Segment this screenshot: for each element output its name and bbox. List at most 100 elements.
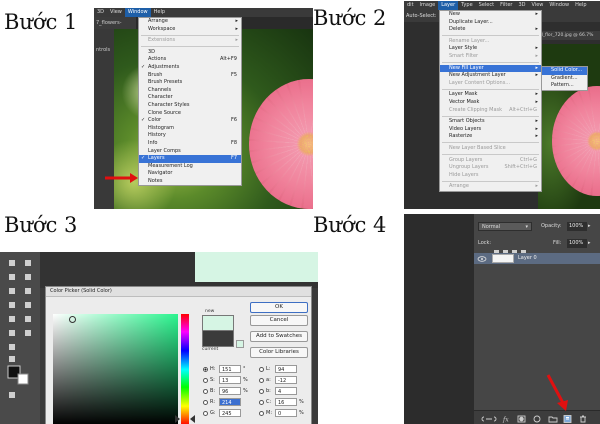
- menu-item-rasterize[interactable]: Rasterize ▸: [440, 133, 541, 141]
- fx-icon[interactable]: fx: [502, 417, 509, 424]
- menu-item-smart-objects[interactable]: Smart Objects ▸: [440, 118, 541, 126]
- field-input[interactable]: 4: [275, 387, 297, 395]
- menu-item-arrange[interactable]: Arrange ▸: [139, 18, 241, 26]
- menu-layer[interactable]: Layer: [438, 1, 459, 10]
- menu-item-layer-mask[interactable]: Layer Mask ▸: [440, 91, 541, 99]
- trash-icon[interactable]: [580, 415, 586, 423]
- menu-item-info[interactable]: Info F8: [139, 140, 241, 148]
- mask-icon[interactable]: [517, 415, 526, 423]
- menu-item-ungroup-layers[interactable]: Ungroup Layers Shift+Ctrl+G: [440, 164, 541, 172]
- menu-window[interactable]: Window: [124, 8, 151, 17]
- menu-item-create-clipping-mask[interactable]: Create Clipping Mask Alt+Ctrl+G: [440, 107, 541, 115]
- menu-item-clone-source[interactable]: Clone Source: [139, 110, 241, 118]
- menu-item-channels[interactable]: Channels: [139, 87, 241, 95]
- ok-button[interactable]: OK: [250, 302, 308, 313]
- folder-icon[interactable]: [548, 416, 558, 423]
- menu-item-new-fill-layer[interactable]: New Fill Layer ▸: [440, 64, 541, 73]
- menu-item-new-adjustment-layer[interactable]: New Adjustment Layer ▸: [440, 72, 541, 80]
- radio-button[interactable]: [203, 411, 208, 416]
- menu-view[interactable]: View: [529, 1, 547, 10]
- menu-item-group-layers[interactable]: Group Layers Ctrl+G: [440, 157, 541, 165]
- menu-item-layers[interactable]: ✓ Layers F7: [139, 155, 241, 163]
- menu-item-vector-mask[interactable]: Vector Mask ▸: [440, 99, 541, 107]
- radio-button[interactable]: [203, 367, 208, 372]
- menu-help[interactable]: Help: [572, 1, 589, 10]
- menu-item-character-styles[interactable]: Character Styles: [139, 102, 241, 110]
- field-input[interactable]: 13: [219, 376, 241, 384]
- menu-item-delete[interactable]: Delete ▸: [440, 26, 541, 34]
- menu-item-layer-content-options[interactable]: Layer Content Options...: [440, 80, 541, 88]
- menu-item-brush-presets[interactable]: Brush Presets: [139, 79, 241, 87]
- web-color-icon[interactable]: [236, 340, 244, 348]
- new-layer-icon[interactable]: [563, 415, 572, 423]
- menu-item-navigator[interactable]: Navigator: [139, 170, 241, 178]
- menu-item-3d[interactable]: 3D: [139, 49, 241, 57]
- radio-button[interactable]: [203, 378, 208, 383]
- menu-item-character[interactable]: Character: [139, 94, 241, 102]
- menu-item-color[interactable]: ✓ Color F6: [139, 117, 241, 125]
- menu-view[interactable]: View: [107, 8, 125, 17]
- menu-item-video-layers[interactable]: Video Layers ▸: [440, 126, 541, 134]
- color-field[interactable]: [53, 314, 178, 424]
- menu-item-smart-filter[interactable]: Smart Filter ▸: [440, 53, 541, 61]
- menu-item-workspace[interactable]: Workspace ▸: [139, 26, 241, 34]
- menu-item-brush[interactable]: Brush F5: [139, 72, 241, 80]
- menu-window[interactable]: Window: [546, 1, 572, 10]
- menu-item-gradient[interactable]: Gradient...: [542, 75, 587, 83]
- field-input[interactable]: 96: [219, 387, 241, 395]
- radio-button[interactable]: [259, 389, 264, 394]
- menu-item-new-layer-based-slice[interactable]: New Layer Based Slice: [440, 145, 541, 153]
- field-input[interactable]: 245: [219, 409, 241, 417]
- menu-item-layer-style[interactable]: Layer Style ▸: [440, 45, 541, 53]
- radio-button[interactable]: [259, 367, 264, 372]
- menu-select[interactable]: Select: [476, 1, 497, 10]
- menu-filter[interactable]: Filter: [497, 1, 515, 10]
- menu-item-solid-color[interactable]: Solid Color...: [542, 67, 587, 75]
- menu-item-history[interactable]: History: [139, 132, 241, 140]
- doc-tab[interactable]: fl_flor_720.jpg @ 66.7%: [540, 31, 600, 40]
- menu-3d[interactable]: 3D: [94, 8, 107, 17]
- menu-item-measurement-log[interactable]: Measurement Log: [139, 163, 241, 171]
- layer-row[interactable]: Layer 0: [474, 253, 600, 264]
- menu-item-duplicate-layer[interactable]: Duplicate Layer...: [440, 19, 541, 27]
- radio-button[interactable]: [259, 400, 264, 405]
- blend-mode-select[interactable]: Normal ▾: [478, 222, 532, 231]
- menu-item-hide-layers[interactable]: Hide Layers: [440, 172, 541, 180]
- menu-item-notes[interactable]: Notes: [139, 178, 241, 186]
- menu-item-layer-comps[interactable]: Layer Comps: [139, 148, 241, 156]
- doc-tab[interactable]: 7_flowers-59734: [94, 17, 136, 38]
- field-input[interactable]: 214: [219, 398, 241, 406]
- menu-dit[interactable]: dit: [404, 1, 417, 10]
- field-input[interactable]: 0: [275, 409, 297, 417]
- field-input[interactable]: 94: [275, 365, 297, 373]
- cancel-button[interactable]: Cancel: [250, 315, 308, 326]
- menu-item-actions[interactable]: Actions Alt+F9: [139, 56, 241, 64]
- add-to-swatches-button[interactable]: Add to Swatches: [250, 331, 308, 342]
- menu-item-pattern[interactable]: Pattern...: [542, 82, 587, 90]
- menu-image[interactable]: Image: [417, 1, 439, 10]
- color-field-cursor[interactable]: [69, 316, 76, 323]
- adjustment-icon[interactable]: [533, 415, 541, 423]
- fill-arrow-icon[interactable]: ▸: [588, 239, 591, 248]
- link-icon[interactable]: [481, 416, 497, 422]
- menu-help[interactable]: Help: [151, 8, 168, 17]
- radio-button[interactable]: [203, 400, 208, 405]
- radio-button[interactable]: [259, 378, 264, 383]
- hue-slider[interactable]: [181, 314, 189, 424]
- menu-item-extensions[interactable]: Extensions ▸: [139, 37, 241, 45]
- field-input[interactable]: 151: [219, 365, 241, 373]
- field-input[interactable]: 16: [275, 398, 297, 406]
- menu-3d[interactable]: 3D: [515, 1, 528, 10]
- eye-icon[interactable]: [477, 256, 487, 262]
- menu-type[interactable]: Type: [458, 1, 475, 10]
- current-color-swatch[interactable]: [202, 330, 234, 347]
- opacity-arrow-icon[interactable]: ▸: [588, 222, 591, 231]
- hue-slider-handle-icon[interactable]: [175, 415, 195, 423]
- lock-icons[interactable]: [494, 241, 532, 255]
- menu-item-adjustments[interactable]: ✓ Adjustments: [139, 64, 241, 72]
- field-input[interactable]: -12: [275, 376, 297, 384]
- auto-select-label[interactable]: Auto-Select:: [406, 10, 437, 22]
- opacity-input[interactable]: 100%: [567, 222, 587, 231]
- color-libraries-button[interactable]: Color Libraries: [250, 347, 308, 358]
- menu-item-rename-layer[interactable]: Rename Layer...: [440, 38, 541, 46]
